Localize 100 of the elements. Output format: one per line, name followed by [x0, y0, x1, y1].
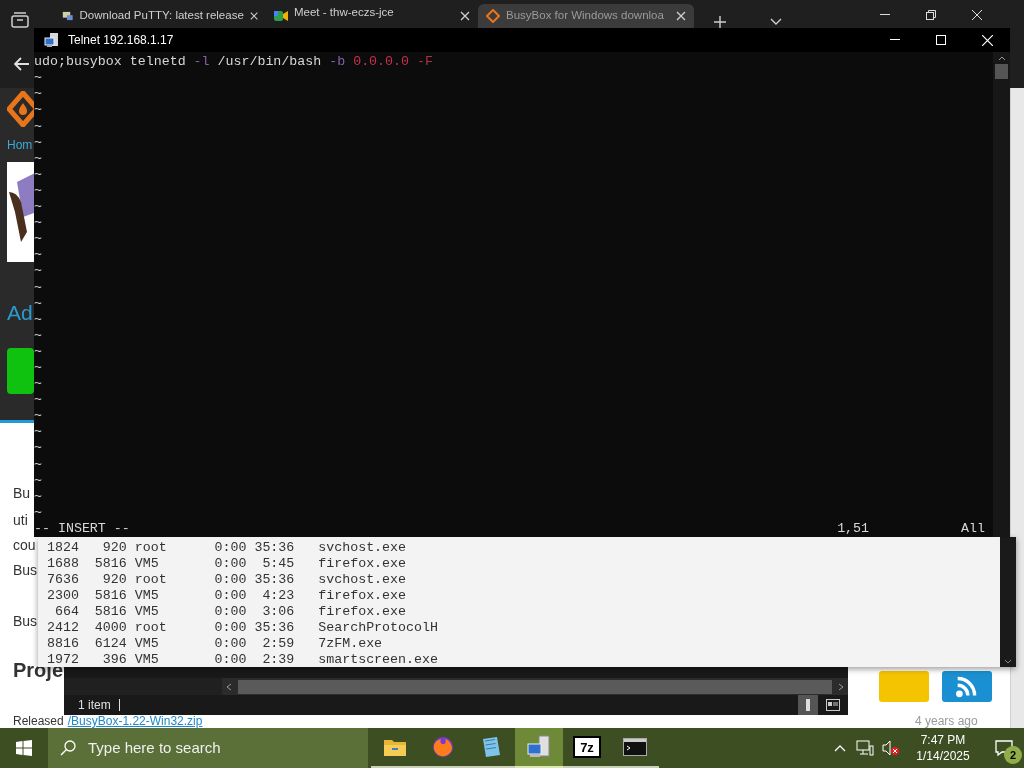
scroll-down-icon[interactable]: [1004, 659, 1012, 665]
list-icon: [806, 699, 810, 711]
browser-tab[interactable]: Meet - thw-eczs-jce: [266, 4, 478, 28]
minimize-icon[interactable]: [890, 39, 900, 42]
search-placeholder: Type here to search: [88, 737, 221, 758]
close-icon[interactable]: [249, 11, 258, 21]
empty-line-marker: ~: [34, 424, 42, 441]
elapsed-cell-text: 2:59: [261, 636, 295, 652]
paragraph-text: uti: [13, 511, 28, 529]
empty-line-marker: ~: [34, 343, 42, 360]
time-cell: 0:00: [214, 652, 247, 668]
vsz-cell-text: 920: [101, 540, 127, 556]
command-text: -l: [193, 54, 210, 71]
empty-line-marker: ~: [34, 199, 42, 216]
chevron-down-icon[interactable]: [770, 18, 782, 26]
tiles-view-icon[interactable]: [826, 699, 840, 711]
folder-icon: [383, 737, 407, 757]
empty-line-marker: ~: [34, 295, 42, 312]
scroll-thumb[interactable]: [238, 679, 832, 694]
minimize-icon[interactable]: [880, 14, 890, 16]
user-cell-text: VM5: [134, 588, 160, 604]
time-cell: 0:00: [214, 540, 247, 556]
elapsed-cell-text: 3:06: [261, 604, 295, 620]
command-cell: firefox.exe: [318, 588, 407, 604]
computer-icon: [526, 735, 552, 759]
browser-tab[interactable]: BusyBox for Windows downloa: [478, 4, 694, 28]
tab-title: Meet - thw-eczs-jce: [294, 5, 395, 20]
command-cell: svchost.exe: [318, 572, 407, 588]
text-cursor: [118, 699, 120, 711]
vertical-scrollbar[interactable]: [993, 52, 1010, 537]
time-cell: 0:00: [214, 588, 247, 604]
user-cell-text: root: [134, 620, 168, 636]
empty-line-marker: ~: [34, 102, 42, 119]
computer-icon: [44, 32, 60, 49]
empty-line-marker: ~: [34, 440, 42, 457]
empty-line-marker: ~: [34, 472, 42, 489]
empty-line-marker: ~: [34, 134, 42, 151]
cursor-position: 1,51: [837, 520, 870, 537]
notification-badge: 2: [1004, 746, 1022, 764]
clock-date[interactable]: 1/14/2025: [916, 748, 970, 764]
tab-title: Download PuTTY: latest release: [79, 8, 244, 24]
scrollbar[interactable]: [1010, 88, 1024, 728]
browser-tab[interactable]: Download PuTTY: latest release: [54, 4, 266, 28]
scroll-thumb[interactable]: [995, 64, 1008, 80]
vsz-cell-text: 6124: [93, 636, 127, 652]
command-text: /usr/bin/bash: [217, 54, 322, 71]
command-text: -b: [329, 54, 346, 71]
time-cell: 0:00: [214, 572, 247, 588]
elapsed-cell-text: 35:36: [253, 540, 295, 556]
tab-list-icon[interactable]: [11, 12, 29, 28]
release-link[interactable]: /BusyBox-1.22-Win32.zip: [67, 715, 203, 728]
rss-tile[interactable]: [942, 671, 992, 702]
empty-line-marker: ~: [34, 392, 42, 409]
elapsed-cell-text: 4:23: [261, 588, 295, 604]
scroll-left-icon[interactable]: [226, 682, 232, 691]
elapsed-cell-text: 35:36: [253, 572, 295, 588]
elapsed-cell-text: 2:39: [261, 652, 295, 668]
scroll-right-icon[interactable]: [838, 682, 844, 691]
status-text: 1 item: [78, 697, 111, 714]
search-field[interactable]: Type here to search: [48, 728, 368, 768]
tab-title: BusyBox for Windows downloa: [506, 8, 665, 24]
user-cell-text: root: [134, 572, 168, 588]
close-icon[interactable]: [972, 10, 982, 20]
search-icon: [60, 740, 76, 756]
scroll-position: All: [961, 520, 985, 537]
release-age: 4 years ago: [915, 715, 978, 728]
chevron-up-icon[interactable]: [834, 744, 846, 752]
command-cell: firefox.exe: [318, 604, 407, 620]
computer-icon: [62, 9, 74, 23]
muted-speaker-icon[interactable]: [882, 740, 900, 756]
scroll-up-icon[interactable]: [997, 55, 1006, 62]
windows-logo-icon[interactable]: [16, 740, 32, 756]
vsz-cell-text: 5816: [93, 556, 127, 572]
pid-cell: 2412: [47, 620, 79, 636]
star-tile[interactable]: [879, 671, 929, 702]
details-view-button[interactable]: [798, 695, 818, 715]
user-cell-text: VM5: [134, 636, 160, 652]
empty-line-marker: ~: [34, 311, 42, 328]
pid-cell: 1688: [47, 556, 79, 572]
empty-line-marker: ~: [34, 263, 42, 280]
maximize-icon[interactable]: [936, 35, 946, 46]
diamond-logo-icon: [486, 9, 500, 23]
camera-icon: [274, 10, 288, 22]
release-label: Released: [13, 715, 64, 728]
home-link[interactable]: Hom: [7, 137, 33, 153]
paragraph-text: Bus: [13, 612, 38, 630]
back-arrow-icon[interactable]: [14, 57, 30, 71]
new-tab-icon[interactable]: [714, 16, 726, 28]
network-icon[interactable]: [856, 740, 874, 756]
close-icon[interactable]: [460, 11, 470, 21]
rss-icon: [955, 675, 979, 698]
horizontal-scrollbar[interactable]: [222, 678, 848, 695]
restore-icon[interactable]: [926, 10, 936, 20]
command-text: -F: [417, 54, 433, 71]
empty-line-marker: ~: [34, 376, 42, 393]
taskbar-app-button[interactable]: 7z: [563, 728, 611, 768]
empty-line-marker: ~: [34, 86, 42, 103]
empty-line-marker: ~: [34, 215, 42, 232]
close-icon[interactable]: [676, 11, 686, 21]
clock-time[interactable]: 7:47 PM: [920, 732, 966, 748]
